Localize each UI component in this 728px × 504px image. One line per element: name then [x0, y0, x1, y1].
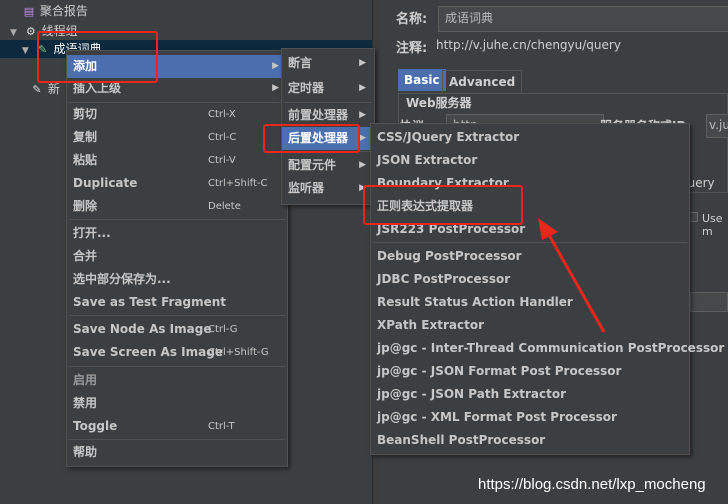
- annotation-arrow: [538, 218, 606, 333]
- watermark-url: https://blog.csdn.net/lxp_mocheng: [478, 476, 706, 493]
